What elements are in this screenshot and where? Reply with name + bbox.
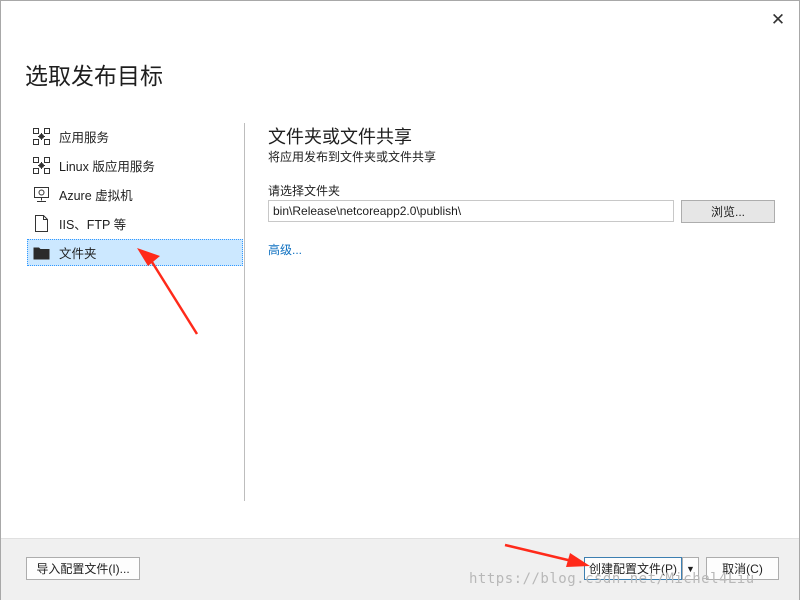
- vertical-divider: [244, 123, 245, 501]
- advanced-link[interactable]: 高级...: [268, 241, 302, 258]
- cancel-button[interactable]: 取消(C): [706, 557, 779, 580]
- target-item-azure-vm[interactable]: Azure 虚拟机: [27, 181, 243, 208]
- folder-icon: [32, 244, 50, 262]
- target-item-iis-ftp[interactable]: IIS、FTP 等: [27, 210, 243, 237]
- target-item-label: 文件夹: [59, 247, 97, 261]
- target-item-label: Linux 版应用服务: [59, 160, 155, 174]
- document-icon: [32, 215, 50, 233]
- section-title: 文件夹或文件共享: [268, 127, 412, 148]
- folder-field-label: 请选择文件夹: [268, 184, 341, 198]
- close-button[interactable]: ✕: [767, 9, 789, 31]
- target-item-app-service[interactable]: 应用服务: [27, 123, 243, 150]
- create-profile-button[interactable]: 创建配置文件(P): [584, 557, 682, 580]
- publish-dialog: ✕ 选取发布目标 应用服务 Linux 版应用服务 Azure 虚拟机 IIS、…: [0, 0, 800, 600]
- target-item-label: Azure 虚拟机: [59, 189, 133, 203]
- publish-target-list: 应用服务 Linux 版应用服务 Azure 虚拟机 IIS、FTP 等 文件夹: [27, 123, 243, 268]
- browse-button[interactable]: 浏览...: [681, 200, 775, 223]
- section-subtitle: 将应用发布到文件夹或文件共享: [268, 150, 437, 164]
- app-service-linux-icon: [32, 157, 50, 175]
- close-icon: ✕: [770, 10, 786, 29]
- folder-path-input[interactable]: [268, 200, 674, 222]
- target-item-folder[interactable]: 文件夹: [27, 239, 243, 266]
- chevron-down-icon: ▼: [686, 563, 695, 574]
- app-service-icon: [32, 128, 50, 146]
- page-title: 选取发布目标: [25, 64, 163, 90]
- virtual-machine-icon: [32, 186, 50, 204]
- import-profile-button[interactable]: 导入配置文件(I)...: [26, 557, 140, 580]
- target-item-label: IIS、FTP 等: [59, 218, 127, 232]
- target-item-label: 应用服务: [59, 131, 110, 145]
- target-item-app-service-linux[interactable]: Linux 版应用服务: [27, 152, 243, 179]
- create-profile-dropdown[interactable]: ▼: [682, 557, 699, 580]
